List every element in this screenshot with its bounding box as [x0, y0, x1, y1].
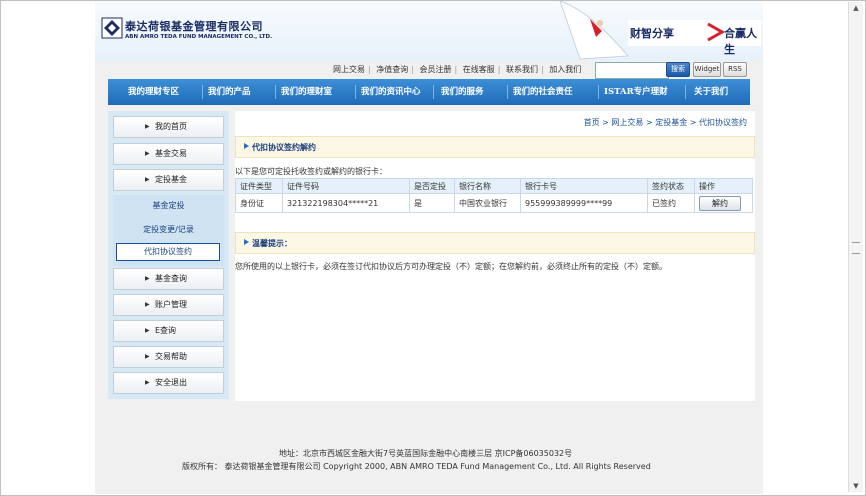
col-is-fixed: 是否定投	[409, 178, 455, 194]
scroll-grip[interactable]	[852, 242, 860, 254]
top-links: 网上交易 | 净值查询 | 会员注册 | 在线客服 | 联系我们 | 加入我们	[333, 64, 582, 75]
nav-news-center[interactable]: 我们的资讯中心	[361, 79, 421, 105]
toplink-online-service[interactable]: 在线客服	[463, 64, 495, 75]
toplink-online-trade[interactable]: 网上交易	[333, 64, 365, 75]
triangle-right-icon: ▶	[145, 379, 150, 386]
nav-istar[interactable]: ISTAR专户理财	[604, 79, 668, 105]
site-footer: 地址：北京市西城区金融大街7号英蓝国际金融中心南楼三层 京ICP备0603503…	[95, 441, 763, 481]
toplink-join[interactable]: 加入我们	[549, 64, 581, 75]
sidebar-submenu: 基金定投 定投变更/记录 代扣协议签约	[113, 195, 224, 266]
sidebar-item-e-query[interactable]: ▶ E查询	[113, 320, 224, 342]
cell-is-fixed: 是	[409, 193, 455, 213]
cell-id-number: 321322198304*****21	[282, 193, 410, 213]
scroll-down-icon[interactable]: ▼	[851, 482, 861, 490]
logo-text-en: ABN AMRO TEDA FUND MANAGEMENT CO., LTD.	[125, 34, 273, 40]
nav-services[interactable]: 我们的服务	[441, 79, 484, 105]
notice-title: 温馨提示：	[252, 239, 292, 248]
sidebar-item-home[interactable]: ▶ 我的首页	[113, 116, 224, 138]
triangle-right-icon: ▶	[145, 327, 150, 334]
page: 泰达荷银基金管理有限公司 ABN AMRO TEDA FUND MANAGEME…	[95, 1, 763, 494]
submenu-change-records[interactable]: 定投变更/记录	[113, 224, 224, 235]
cancel-agreement-button[interactable]: 解约	[699, 195, 741, 211]
col-action: 操作	[694, 178, 753, 194]
footer-copyright: 版权所有： 泰达荷银基金管理有限公司 Copyright 2000, ABN A…	[182, 462, 651, 471]
sidebar: ▶ 我的首页 ▶ 基金交易 ▶ 定投基金 基金定投 定投变更/记录 代扣协议签约 ▶ 基…	[108, 111, 229, 399]
footer-address: 地址：北京市西城区金融大街7号英蓝国际金融中心南楼三层 京ICP备0603503…	[279, 449, 573, 458]
breadcrumb[interactable]: 首页 > 网上交易 > 定投基金 > 代扣协议签约	[584, 117, 747, 128]
sidebar-item-logout[interactable]: ▶ 安全退出	[113, 372, 224, 394]
logo-text-cn: 泰达荷银基金管理有限公司	[125, 20, 263, 33]
main-content: 首页 > 网上交易 > 定投基金 > 代扣协议签约 代扣协议签约解约 以下是您可…	[235, 111, 755, 401]
col-id-number: 证件号码	[282, 178, 410, 194]
submenu-fixed-investment[interactable]: 基金定投	[113, 200, 224, 211]
sidebar-item-fixed-investment[interactable]: ▶ 定投基金	[113, 169, 224, 191]
table-row: 身份证 321322198304*****21 是 中国农业银行 9559993…	[235, 193, 753, 213]
cell-id-type: 身份证	[235, 193, 283, 213]
notice-text: 您所使用的以上银行卡，必须在签订代扣协议后方可办理定投（不）定额；在您解约前，必…	[235, 262, 667, 271]
col-id-type: 证件类型	[235, 178, 283, 194]
sidebar-item-fund-trade[interactable]: ▶ 基金交易	[113, 143, 224, 165]
widget-button[interactable]: Widget	[693, 62, 721, 77]
submenu-debit-agreement[interactable]: 代扣协议签约	[116, 243, 220, 261]
bank-card-table: 证件类型 证件号码 是否定投 银行名称 银行卡号 签约状态 操作 身份证 321…	[235, 178, 753, 213]
sidebar-item-fund-query[interactable]: ▶ 基金查询	[113, 268, 224, 290]
triangle-right-icon: ▶	[145, 353, 150, 360]
sidebar-item-help[interactable]: ▶ 交易帮助	[113, 346, 224, 368]
col-card-number: 银行卡号	[520, 178, 648, 194]
nav-social-responsibility[interactable]: 我们的社会责任	[513, 79, 573, 105]
scroll-up-icon[interactable]: ▲	[851, 4, 861, 12]
toplink-nav-query[interactable]: 净值查询	[376, 64, 408, 75]
slogan-arrow-icon	[707, 22, 724, 42]
nav-products[interactable]: 我们的产品	[208, 79, 251, 105]
triangle-right-icon: ▶	[145, 301, 150, 308]
vertical-scrollbar[interactable]: ▲ ▼	[848, 2, 863, 492]
nav-about-us[interactable]: 关于我们	[694, 79, 728, 105]
slogan-left: 财智分享	[630, 27, 674, 40]
slogan-right: 合赢人生	[724, 27, 757, 56]
intro-text: 以下是您可定投托收签约或解约的银行卡：	[235, 167, 387, 176]
col-status: 签约状态	[647, 178, 695, 194]
company-logo-icon	[101, 17, 123, 39]
col-bank-name: 银行名称	[454, 178, 521, 194]
sidebar-item-account[interactable]: ▶ 账户管理	[113, 294, 224, 316]
toplink-contact[interactable]: 联系我们	[506, 64, 538, 75]
search-input[interactable]	[595, 62, 669, 79]
nav-finance-room[interactable]: 我们的理财室	[281, 79, 332, 105]
triangle-right-icon: ▶	[145, 176, 150, 183]
cell-card-number: 955999389999****99	[520, 193, 648, 213]
sailboat-illustration-icon	[559, 1, 630, 60]
slogan-banner: 财智分享 合赢人生	[628, 20, 761, 56]
toplink-register[interactable]: 会员注册	[420, 64, 452, 75]
site-header: 泰达荷银基金管理有限公司 ABN AMRO TEDA FUND MANAGEME…	[95, 1, 763, 61]
triangle-right-icon: ▶	[145, 275, 150, 282]
triangle-right-icon: ▶	[145, 150, 150, 157]
arrow-bullet-icon	[244, 143, 249, 149]
cell-action: 解约	[694, 193, 753, 213]
triangle-right-icon: ▶	[145, 123, 150, 130]
main-nav: 我的理财专区 我们的产品 我们的理财室 我们的资讯中心 我们的服务 我们的社会责…	[108, 79, 750, 105]
cell-bank-name: 中国农业银行	[454, 193, 521, 213]
section-title: 代扣协议签约解约	[252, 143, 316, 152]
table-header-row: 证件类型 证件号码 是否定投 银行名称 银行卡号 签约状态 操作	[235, 178, 753, 194]
rss-button[interactable]: RSS	[723, 62, 747, 77]
search-button[interactable]: 搜索	[666, 62, 690, 77]
arrow-bullet-icon	[244, 239, 249, 245]
notice-title-bar: 温馨提示：	[235, 232, 755, 254]
cell-status: 已签约	[647, 193, 695, 213]
nav-my-finance[interactable]: 我的理财专区	[128, 79, 179, 105]
section-title-bar: 代扣协议签约解约	[235, 136, 755, 158]
